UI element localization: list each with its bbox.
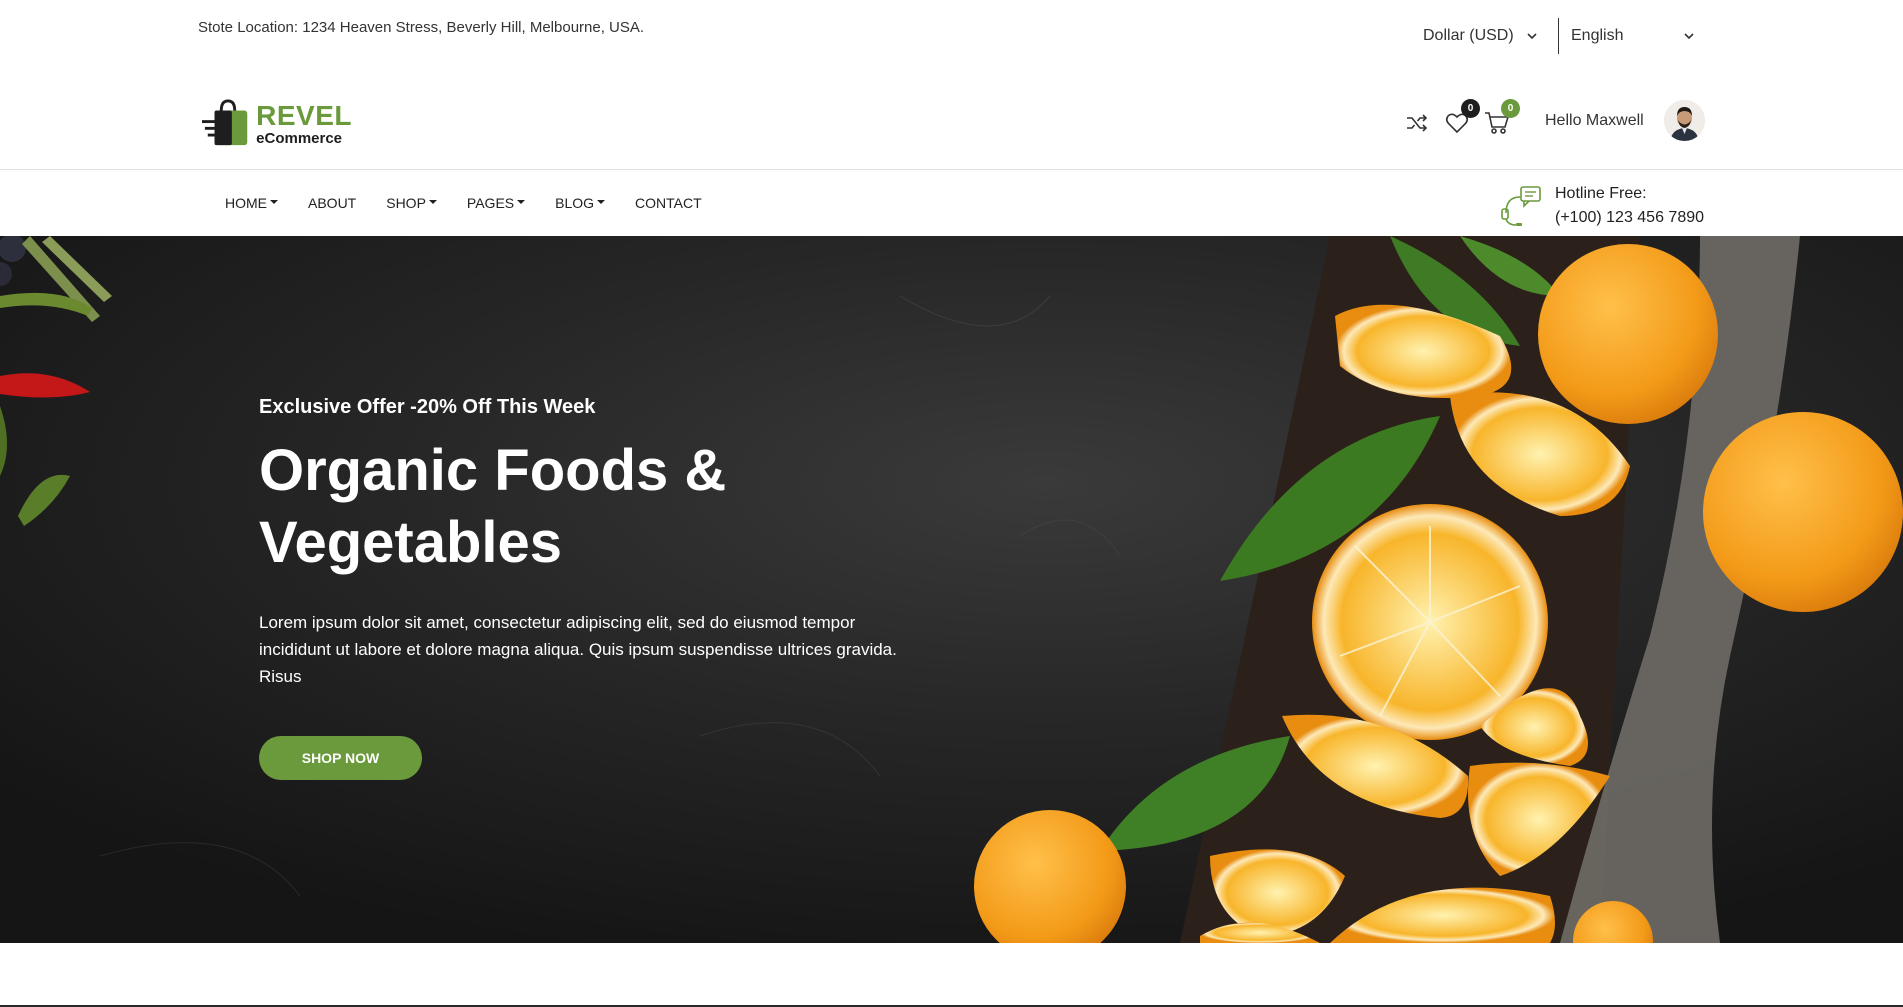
caret-down-icon — [517, 199, 526, 204]
nav-item-blog[interactable]: BLOG — [555, 195, 606, 211]
hero-title-line2: Vegetables — [259, 510, 563, 575]
caret-down-icon — [428, 199, 437, 204]
hotline-number[interactable]: (+100) 123 456 7890 — [1555, 206, 1704, 230]
caret-down-icon — [270, 199, 278, 204]
hero-title: Organic Foods & Vegetables — [259, 435, 959, 579]
nav-item-pages[interactable]: PAGES — [467, 195, 526, 211]
site-header: REVEL eCommerce 0 0 Hello Maxwell — [0, 62, 1903, 170]
nav-item-home[interactable]: HOME — [225, 195, 278, 211]
nav-menu: HOME ABOUT SHOP PAGES BLOG CONTACT — [225, 195, 732, 211]
user-avatar-icon — [1664, 100, 1705, 141]
currency-select[interactable]: Dollar (USD) — [1423, 27, 1538, 45]
language-label: English — [1571, 27, 1624, 44]
currency-label: Dollar (USD) — [1423, 27, 1514, 44]
site-logo[interactable]: REVEL eCommerce — [202, 96, 352, 152]
caret-down-icon — [597, 199, 606, 204]
main-nav: HOME ABOUT SHOP PAGES BLOG CONTACT Hotli… — [0, 170, 1903, 236]
avatar[interactable] — [1664, 100, 1705, 141]
top-bar: Stote Location: 1234 Heaven Stress, Beve… — [0, 0, 1903, 62]
hero-content: Exclusive Offer -20% Off This Week Organ… — [259, 396, 959, 780]
topbar-divider — [1558, 18, 1559, 54]
user-greeting: Hello Maxwell — [1545, 112, 1644, 129]
nav-item-about[interactable]: ABOUT — [308, 195, 356, 211]
shop-now-button[interactable]: SHOP NOW — [259, 736, 422, 780]
hero-title-line1: Organic Foods & — [259, 438, 727, 503]
hotline-info: Hotline Free: (+100) 123 456 7890 — [1555, 182, 1704, 230]
shopping-bag-logo-icon — [202, 99, 248, 146]
logo-tagline: eCommerce — [256, 130, 343, 147]
hero-banner: Exclusive Offer -20% Off This Week Organ… — [0, 236, 1903, 943]
language-select[interactable]: English — [1571, 27, 1695, 45]
logo-brand: REVEL — [256, 100, 352, 131]
chevron-down-icon — [1684, 33, 1695, 40]
wishlist-button[interactable]: 0 — [1444, 99, 1480, 136]
headset-icon — [1501, 186, 1541, 226]
hero-offer-text: Exclusive Offer -20% Off This Week — [259, 396, 596, 418]
hotline-label: Hotline Free: — [1555, 185, 1647, 202]
header-actions: 0 0 — [1404, 99, 1520, 136]
wishlist-count-badge: 0 — [1461, 99, 1480, 118]
nav-item-shop[interactable]: SHOP — [386, 195, 437, 211]
shuffle-icon — [1407, 114, 1428, 132]
hero-description: Lorem ipsum dolor sit amet, consectetur … — [259, 613, 897, 686]
store-location: Stote Location: 1234 Heaven Stress, Beve… — [198, 19, 645, 36]
cart-button[interactable]: 0 — [1484, 99, 1520, 136]
nav-item-contact[interactable]: CONTACT — [635, 195, 702, 211]
compare-button[interactable] — [1404, 110, 1430, 136]
chevron-down-icon — [1527, 33, 1537, 40]
cart-count-badge: 0 — [1501, 99, 1520, 118]
